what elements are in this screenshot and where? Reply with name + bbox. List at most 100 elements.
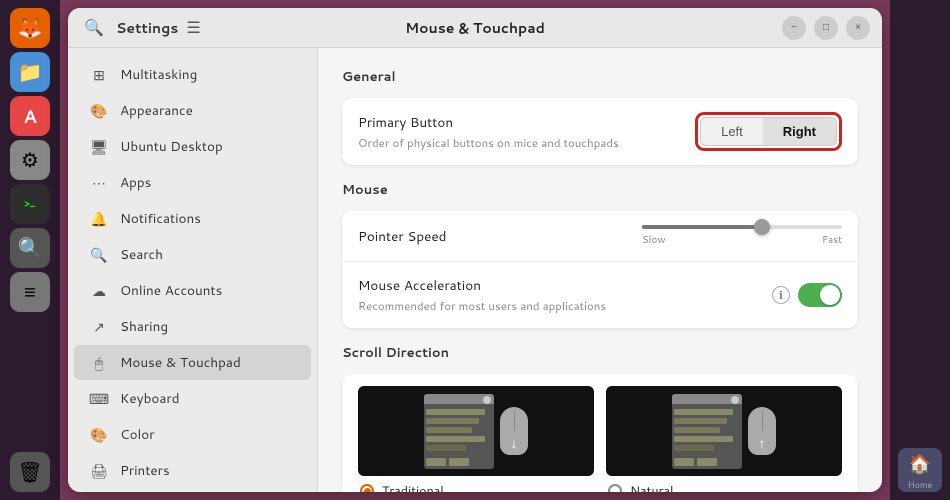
sidebar-item-label: Multitasking	[120, 65, 197, 84]
mouse-accel-toggle[interactable]	[798, 283, 842, 307]
mouse-icon: 🖱	[90, 354, 108, 372]
mouse-accel-row: Mouse Acceleration Recommended for most …	[342, 262, 858, 328]
natural-scroll-option: ↑ Natural Scrolling moves the content	[606, 386, 842, 492]
pointer-speed-label: Pointer Speed	[358, 227, 642, 246]
pointer-speed-info: Pointer Speed	[358, 227, 642, 246]
sidebar: ⊞ Multitasking 🎨 Appearance 🖥 Ubuntu Des…	[68, 48, 318, 492]
traditional-radio[interactable]	[360, 484, 374, 492]
sidebar-item-accessibility[interactable]: ♿ Accessibility	[74, 489, 311, 492]
sidebar-item-notifications[interactable]: 🔔 Notifications	[74, 201, 311, 236]
sidebar-item-search[interactable]: 🔍 Search	[74, 237, 311, 272]
traditional-scroll-option: ↓ Traditional Scrolling moves the view	[358, 386, 594, 492]
sidebar-item-label: Keyboard	[120, 389, 180, 408]
left-button-option[interactable]: Left	[701, 118, 763, 145]
general-section-title: General	[342, 68, 858, 86]
sidebar-item-label: Search	[120, 245, 163, 264]
sidebar-item-color[interactable]: 🎨 Color	[74, 417, 311, 452]
sidebar-item-label: Ubuntu Desktop	[120, 137, 223, 156]
sidebar-item-label: Notifications	[120, 209, 201, 228]
search-sidebar-icon: 🔍	[90, 246, 108, 264]
mouse-accel-label: Mouse Acceleration	[358, 276, 772, 295]
primary-button-info: Primary Button Order of physical buttons…	[358, 113, 695, 151]
mouse-card: Pointer Speed Slow Fast	[342, 211, 858, 328]
minimize-button[interactable]: −	[782, 16, 806, 40]
main-panel: General Primary Button Order of physical…	[318, 48, 882, 492]
natural-scroll-image[interactable]: ↑	[606, 386, 842, 476]
home-button[interactable]: 🏠 Home	[898, 448, 942, 492]
left-dock: 🦊 📁 A ⚙ >_ 🔍 ≡ 🗑	[0, 0, 60, 500]
home-label: Home	[908, 478, 933, 491]
printers-icon: 🖨	[90, 462, 108, 480]
search-dock-icon[interactable]: 🔍	[10, 228, 50, 268]
natural-mouse: ↑	[748, 407, 776, 455]
pointer-speed-slider-container: Slow Fast	[642, 225, 842, 247]
titlebar-menu-icon[interactable]: ☰	[186, 16, 200, 39]
appstore-icon[interactable]: A	[10, 96, 50, 136]
settings-window: 🔍 Settings ☰ Mouse & Touchpad − □ × ⊞ Mu…	[68, 8, 882, 492]
titlebar-app-title: Settings	[116, 18, 178, 38]
titlebar: 🔍 Settings ☰ Mouse & Touchpad − □ ×	[68, 8, 882, 48]
sidebar-item-ubuntu-desktop[interactable]: 🖥 Ubuntu Desktop	[74, 129, 311, 164]
titlebar-search-button[interactable]: 🔍	[80, 14, 108, 42]
sidebar-item-mouse-touchpad[interactable]: 🖱 Mouse & Touchpad	[74, 345, 311, 380]
general-card: Primary Button Order of physical buttons…	[342, 98, 858, 165]
traditional-option-label: Traditional Scrolling moves the view	[358, 482, 594, 492]
sidebar-item-appearance[interactable]: 🎨 Appearance	[74, 93, 311, 128]
traditional-mock-window	[424, 394, 494, 469]
primary-button-highlight: Left Right	[695, 112, 842, 151]
sidebar-item-label: Appearance	[120, 101, 193, 120]
mouse-accel-info: Mouse Acceleration Recommended for most …	[358, 276, 772, 314]
home-icon: 🏠	[909, 450, 931, 476]
primary-button-sub: Order of physical buttons on mice and to…	[358, 134, 695, 151]
trash-icon[interactable]: 🗑	[10, 452, 50, 492]
settings-dock-icon[interactable]: ⚙	[10, 140, 50, 180]
sidebar-item-sharing[interactable]: ↗ Sharing	[74, 309, 311, 344]
pointer-speed-labels: Slow Fast	[642, 233, 842, 247]
sidebar-item-label: Online Accounts	[120, 281, 222, 300]
scroll-direction-title: Scroll Direction	[342, 344, 858, 362]
ubuntu-icon: 🖥	[90, 138, 108, 156]
files-icon[interactable]: 📁	[10, 52, 50, 92]
sidebar-item-label: Color	[120, 425, 155, 444]
primary-button-row: Primary Button Order of physical buttons…	[342, 98, 858, 165]
fast-label: Fast	[822, 233, 842, 247]
sidebar-item-printers[interactable]: 🖨 Printers	[74, 453, 311, 488]
traditional-label-text: Traditional	[382, 482, 508, 492]
window-controls: − □ ×	[782, 16, 870, 40]
multitasking-icon: ⊞	[90, 66, 108, 84]
terminal-icon[interactable]: >_	[10, 184, 50, 224]
pointer-speed-thumb[interactable]	[754, 219, 770, 235]
notifications-icon: 🔔	[90, 210, 108, 228]
natural-mock-window	[672, 394, 742, 469]
scroll-direction-card: ↓ Traditional Scrolling moves the view	[342, 374, 858, 492]
firefox-icon[interactable]: 🦊	[10, 8, 50, 48]
natural-label-text: Natural	[630, 482, 772, 492]
sidebar-item-apps[interactable]: ⋯ Apps	[74, 165, 311, 200]
sidebar-item-keyboard[interactable]: ⌨ Keyboard	[74, 381, 311, 416]
pointer-speed-row: Pointer Speed Slow Fast	[342, 211, 858, 262]
mouse-accel-info-icon[interactable]: ℹ	[772, 286, 790, 304]
files2-icon[interactable]: ≡	[10, 272, 50, 312]
pointer-speed-track	[642, 225, 842, 229]
color-icon: 🎨	[90, 426, 108, 444]
sidebar-item-label: Mouse & Touchpad	[120, 353, 241, 372]
keyboard-icon: ⌨	[90, 390, 108, 408]
mouse-section-title: Mouse	[342, 181, 858, 199]
natural-radio[interactable]	[608, 484, 622, 492]
sidebar-item-multitasking[interactable]: ⊞ Multitasking	[74, 57, 311, 92]
sharing-icon: ↗	[90, 318, 108, 336]
appearance-icon: 🎨	[90, 102, 108, 120]
pointer-speed-fill	[642, 225, 762, 229]
close-button[interactable]: ×	[846, 16, 870, 40]
maximize-button[interactable]: □	[814, 16, 838, 40]
titlebar-main-title: Mouse & Touchpad	[405, 18, 545, 38]
traditional-mouse: ↓	[500, 407, 528, 455]
pointer-speed-control: Slow Fast	[642, 225, 842, 247]
online-accounts-icon: ☁	[90, 282, 108, 300]
natural-option-label: Natural Scrolling moves the content	[606, 482, 842, 492]
right-button-option[interactable]: Right	[763, 118, 836, 145]
primary-button-label: Primary Button	[358, 113, 695, 132]
traditional-scroll-image[interactable]: ↓	[358, 386, 594, 476]
sidebar-item-online-accounts[interactable]: ☁ Online Accounts	[74, 273, 311, 308]
primary-button-toggle: Left Right	[700, 117, 837, 146]
